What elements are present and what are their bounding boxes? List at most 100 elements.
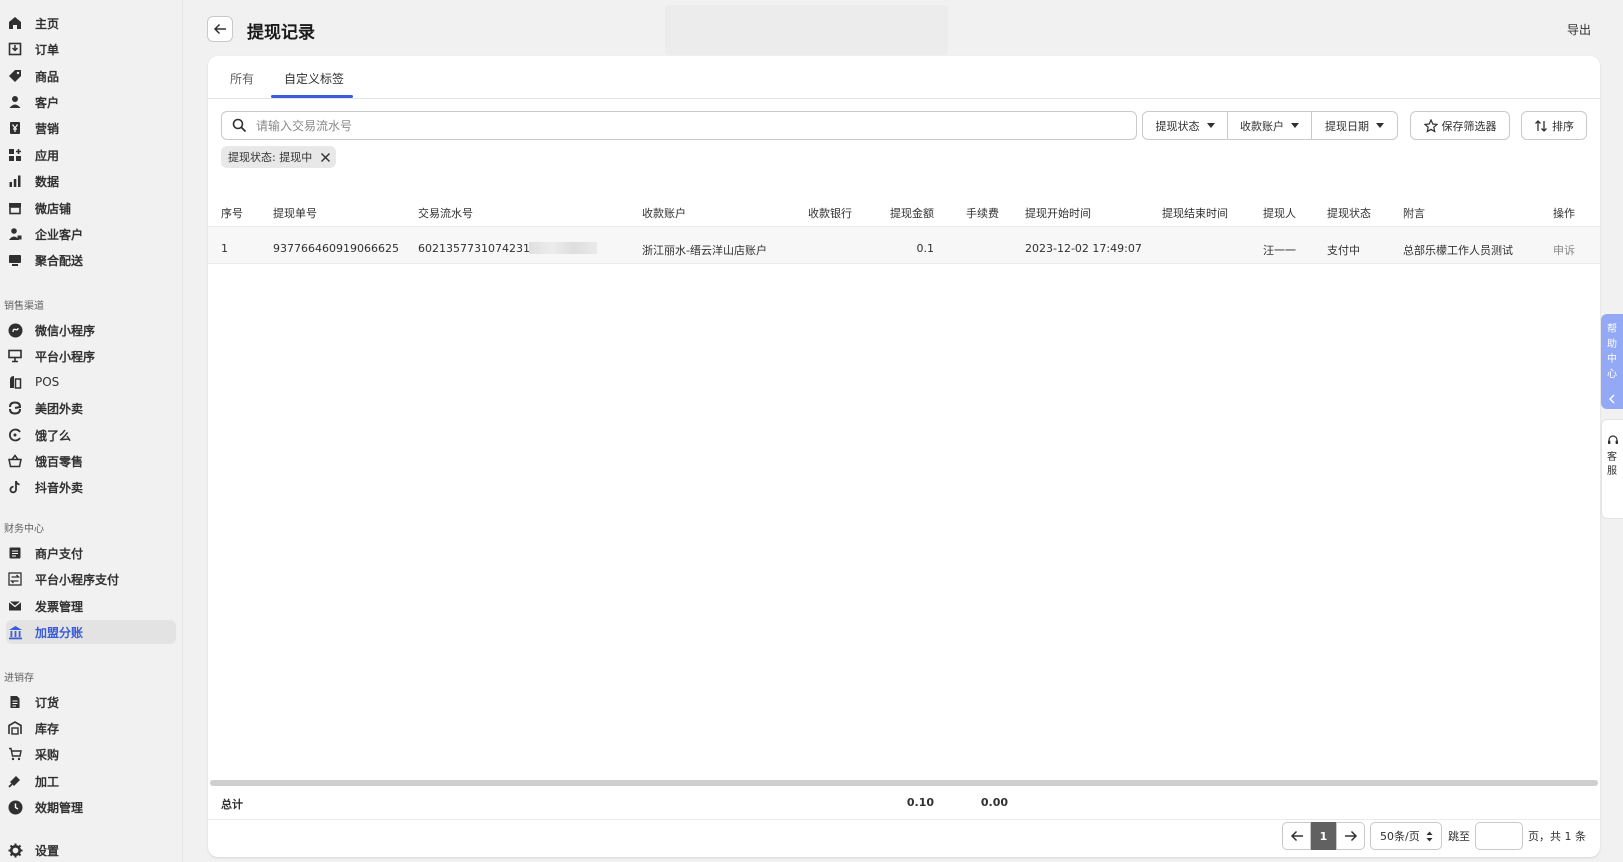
close-icon[interactable] [320, 152, 331, 163]
sidebar-item-settings[interactable]: 设置 [0, 838, 182, 862]
cell-amount: 0.1 [916, 242, 935, 255]
sidebar-item-ebai-retail[interactable]: 饿百零售 [0, 449, 182, 473]
sidebar-item-label: 数据 [35, 174, 60, 189]
search-input[interactable] [254, 117, 1118, 134]
sidebar-item-label: 加盟分账 [35, 625, 84, 640]
save-filter-button[interactable]: 保存筛选器 [1410, 111, 1510, 140]
sort-label: 排序 [1552, 119, 1574, 133]
back-button[interactable] [207, 16, 233, 42]
sidebar-item-label: 企业客户 [35, 227, 84, 242]
sidebar-item-orders[interactable]: 订单 [0, 37, 182, 61]
process-icon [7, 773, 23, 789]
search-box [221, 111, 1137, 140]
sidebar-item-products[interactable]: 商品 [0, 64, 182, 88]
page-size-select[interactable]: 50条/页 [1370, 822, 1442, 850]
basket-icon [7, 453, 23, 469]
page-total-label: 页，共 1 条 [1528, 830, 1586, 843]
platform-icon [7, 348, 23, 364]
search-icon [232, 118, 247, 133]
sidebar-item-douyin[interactable]: 抖音外卖 [0, 475, 182, 499]
section-title-inventory: 进销存 [4, 673, 34, 684]
appeal-link[interactable]: 申诉 [1553, 242, 1575, 258]
sidebar-item-franchise-split[interactable]: 加盟分账 [6, 620, 176, 644]
col-header: 操作 [1553, 207, 1575, 220]
filter-group: 提现状态 收款账户 提现日期 [1142, 111, 1398, 140]
cell-txn-no: 602135773107423120 [418, 242, 530, 255]
prev-page-button[interactable] [1282, 822, 1311, 850]
sidebar-item-expiry[interactable]: 效期管理 [0, 795, 182, 819]
sidebar-item-label: 抖音外卖 [35, 480, 84, 495]
eleme-icon [7, 427, 23, 443]
filter-label: 提现日期 [1325, 119, 1369, 133]
sidebar-item-label: 美团外卖 [35, 401, 84, 416]
cell-start-time: 2023-12-02 17:49:07 [1025, 242, 1142, 255]
customer-service-label: 客服 [1607, 452, 1617, 477]
sidebar-item-label: 效期管理 [35, 800, 84, 815]
col-header: 提现人 [1263, 207, 1296, 220]
sidebar-item-eleme[interactable]: 饿了么 [0, 423, 182, 447]
filter-label: 收款账户 [1240, 119, 1284, 133]
jump-page-input[interactable] [1475, 822, 1523, 850]
delivery-icon [7, 252, 23, 268]
pos-icon [7, 374, 23, 390]
cell-status: 支付中 [1327, 244, 1360, 257]
col-header: 收款账户 [642, 207, 686, 220]
customer-service-tab[interactable]: 客服 [1601, 419, 1623, 519]
arrow-left-icon [213, 23, 226, 35]
sidebar-item-label: 客户 [35, 95, 60, 110]
clock-icon [7, 799, 23, 815]
filter-account-button[interactable]: 收款账户 [1228, 112, 1312, 139]
total-label: 总计 [221, 798, 243, 811]
sidebar-item-stock[interactable]: 库存 [0, 716, 182, 740]
sidebar-item-pos[interactable]: POS [0, 370, 182, 394]
miniprogram-icon [7, 322, 23, 338]
tab-custom-label[interactable]: 自定义标签 [284, 70, 344, 87]
col-header: 手续费 [966, 207, 999, 220]
order-icon [7, 41, 23, 57]
col-header: 序号 [221, 207, 243, 220]
sidebar-item-platform-payment[interactable]: 平台小程序支付 [0, 567, 182, 591]
cart-icon [7, 746, 23, 762]
sidebar-item-processing[interactable]: 加工 [0, 769, 182, 793]
arrow-left-icon [1290, 830, 1303, 842]
sidebar-item-enterprise-customers[interactable]: 企业客户 [0, 222, 182, 246]
sidebar-item-home[interactable]: 主页 [0, 11, 182, 35]
sidebar-item-delivery[interactable]: 聚合配送 [0, 248, 182, 272]
redacted-mask [529, 242, 597, 254]
page-current[interactable]: 1 [1311, 822, 1336, 850]
export-button[interactable]: 导出 [1567, 21, 1591, 38]
filter-date-button[interactable]: 提现日期 [1312, 112, 1397, 139]
filter-status-button[interactable]: 提现状态 [1143, 112, 1228, 139]
sidebar-item-meituan[interactable]: 美团外卖 [0, 396, 182, 420]
sidebar-item-wechat-miniprogram[interactable]: 微信小程序 [0, 318, 182, 342]
active-tab-indicator [271, 95, 353, 98]
col-header: 提现结束时间 [1162, 207, 1228, 220]
sidebar-item-store[interactable]: 微店铺 [0, 196, 182, 220]
sidebar-item-label: 主页 [35, 16, 60, 31]
sidebar-item-apps[interactable]: 应用 [0, 143, 182, 167]
col-header: 提现金额 [890, 207, 934, 220]
sort-button[interactable]: 排序 [1521, 111, 1587, 140]
sidebar-item-customers[interactable]: 客户 [0, 90, 182, 114]
sidebar-item-platform-miniprogram[interactable]: 平台小程序 [0, 344, 182, 368]
chevron-left-icon [1609, 394, 1615, 404]
sidebar-item-marketing[interactable]: 营销 [0, 116, 182, 140]
sidebar-item-ordering[interactable]: 订货 [0, 690, 182, 714]
sidebar-item-label: 微信小程序 [35, 323, 96, 338]
sidebar-item-label: 商户支付 [35, 546, 84, 561]
caret-down-icon [1206, 123, 1215, 128]
sidebar-item-invoice[interactable]: 发票管理 [0, 594, 182, 618]
tab-all[interactable]: 所有 [230, 70, 254, 87]
document-icon [7, 545, 23, 561]
help-center-tab[interactable]: 帮助中心 [1601, 314, 1623, 409]
sidebar-item-purchase[interactable]: 采购 [0, 742, 182, 766]
next-page-button[interactable] [1336, 822, 1365, 850]
help-center-label: 帮助中心 [1607, 324, 1617, 380]
col-header: 收款银行 [808, 207, 852, 220]
horizontal-scrollbar[interactable] [210, 780, 1598, 786]
caret-down-icon [1291, 123, 1299, 128]
sidebar-item-merchant-payment[interactable]: 商户支付 [0, 541, 182, 565]
sidebar-item-data[interactable]: 数据 [0, 169, 182, 193]
filter-label: 提现状态 [1155, 119, 1200, 133]
sidebar-item-label: 微店铺 [35, 201, 72, 216]
